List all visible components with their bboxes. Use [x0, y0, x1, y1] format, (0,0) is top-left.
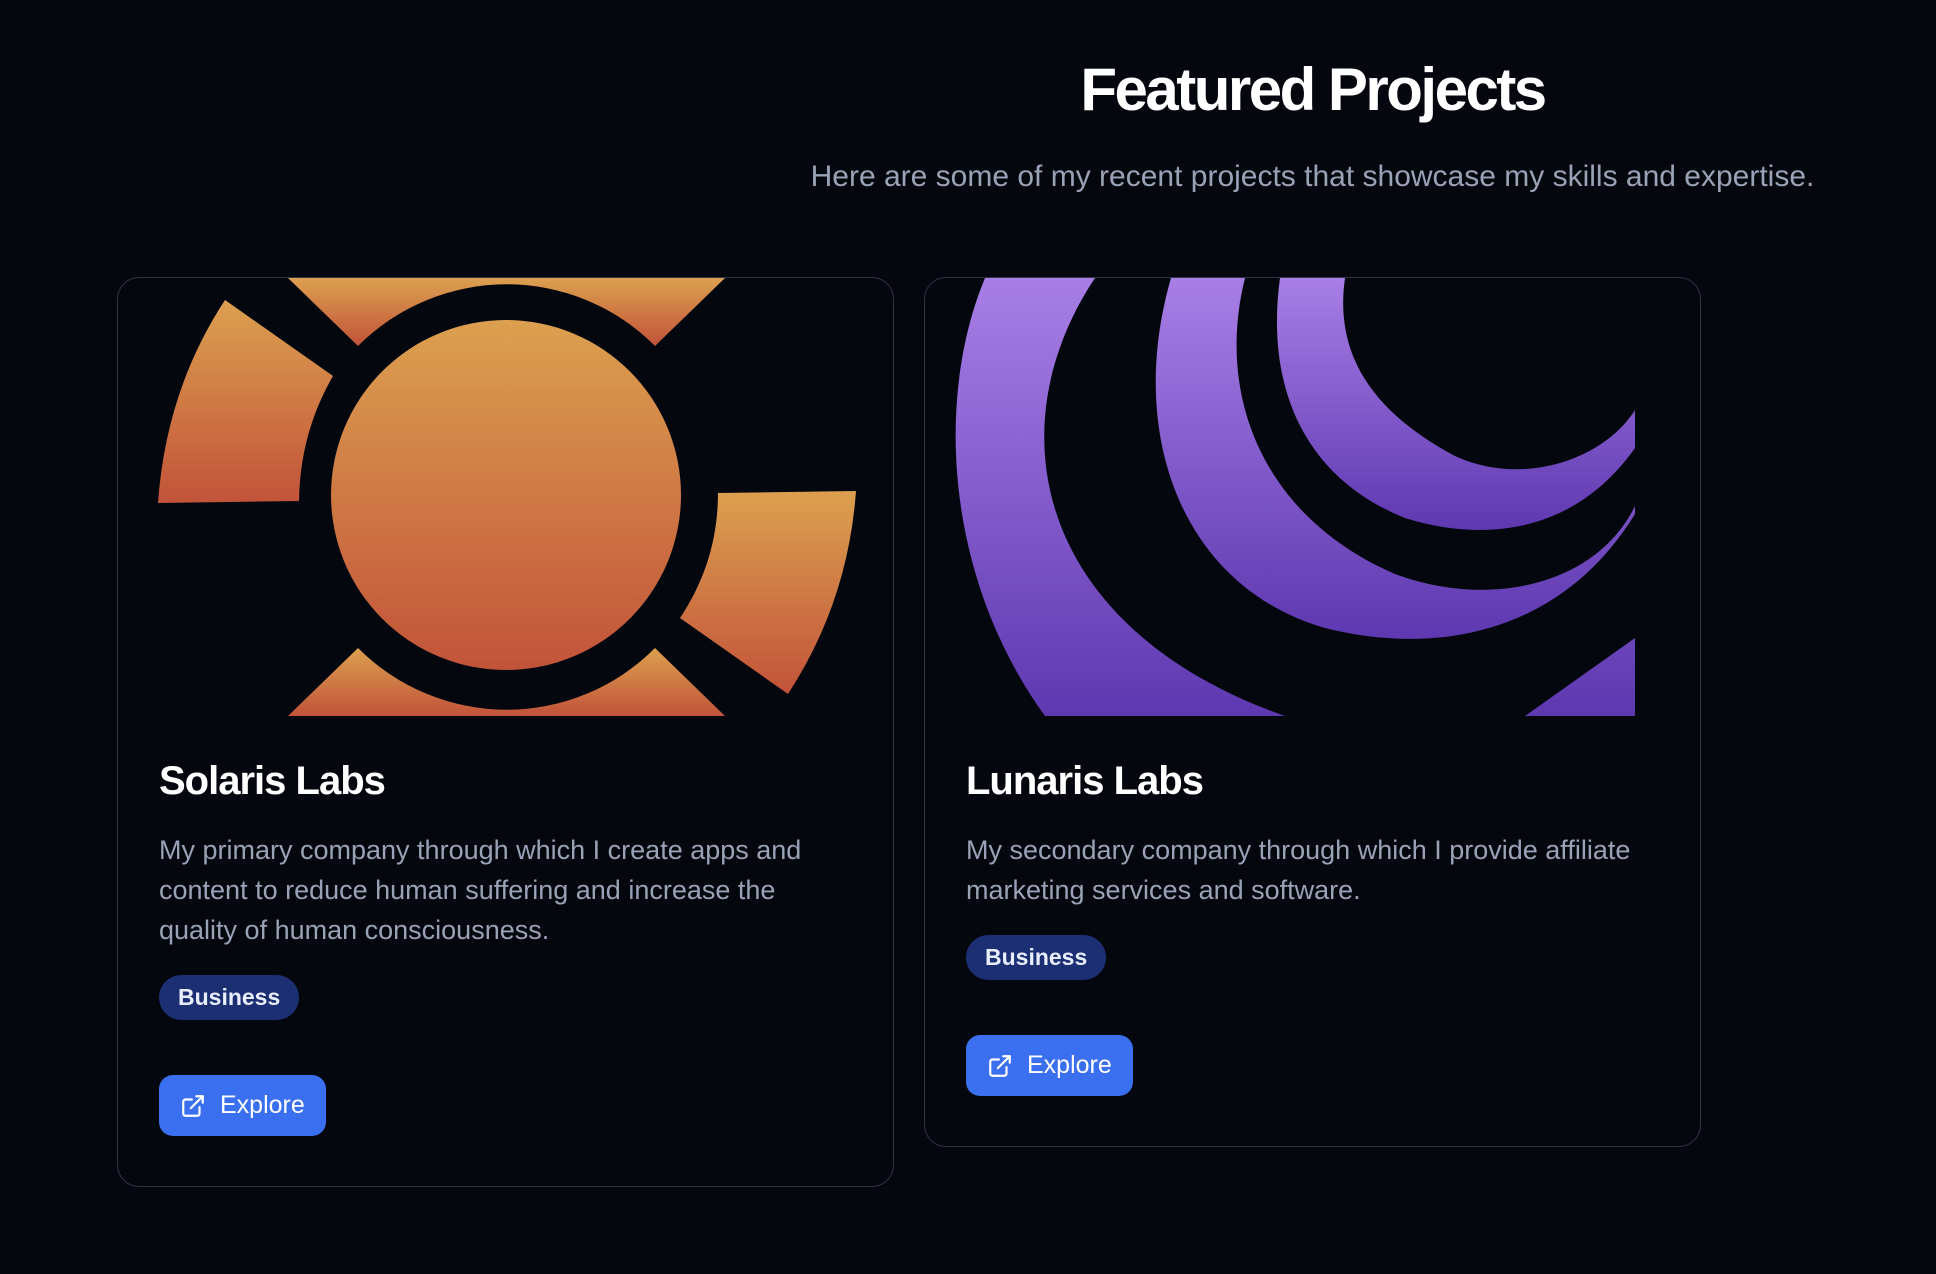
explore-button[interactable]: Explore	[159, 1075, 326, 1136]
project-tag: Business	[159, 975, 300, 1020]
button-row: Explore	[159, 1075, 852, 1136]
project-title: Solaris Labs	[159, 759, 386, 803]
project-tag: Business	[966, 935, 1107, 980]
page-subtitle: Here are some of my recent projects that…	[810, 160, 1815, 193]
page: Featured Projects Here are some of my re…	[0, 0, 1936, 1274]
external-link-icon	[987, 1053, 1013, 1079]
project-card-solaris: Solaris Labs My primary company through …	[117, 277, 894, 1187]
external-link-icon	[180, 1093, 206, 1119]
explore-button[interactable]: Explore	[966, 1035, 1133, 1096]
card-body: Solaris Labs My primary company through …	[118, 757, 893, 1136]
project-card-lunaris: Lunaris Labs My secondary company throug…	[924, 277, 1701, 1147]
lunaris-logo-image	[955, 278, 1635, 716]
project-description: My secondary company through which I pro…	[966, 835, 1631, 905]
explore-button-label: Explore	[1027, 1051, 1112, 1079]
project-title: Lunaris Labs	[966, 759, 1204, 803]
project-description: My primary company through which I creat…	[159, 835, 802, 945]
explore-button-label: Explore	[220, 1091, 305, 1119]
solaris-logo-image	[158, 278, 856, 716]
page-title: Featured Projects	[1080, 56, 1547, 123]
button-row: Explore	[966, 1035, 1659, 1096]
section-header: Featured Projects Here are some of my re…	[760, 50, 1865, 197]
card-body: Lunaris Labs My secondary company throug…	[925, 757, 1700, 1096]
